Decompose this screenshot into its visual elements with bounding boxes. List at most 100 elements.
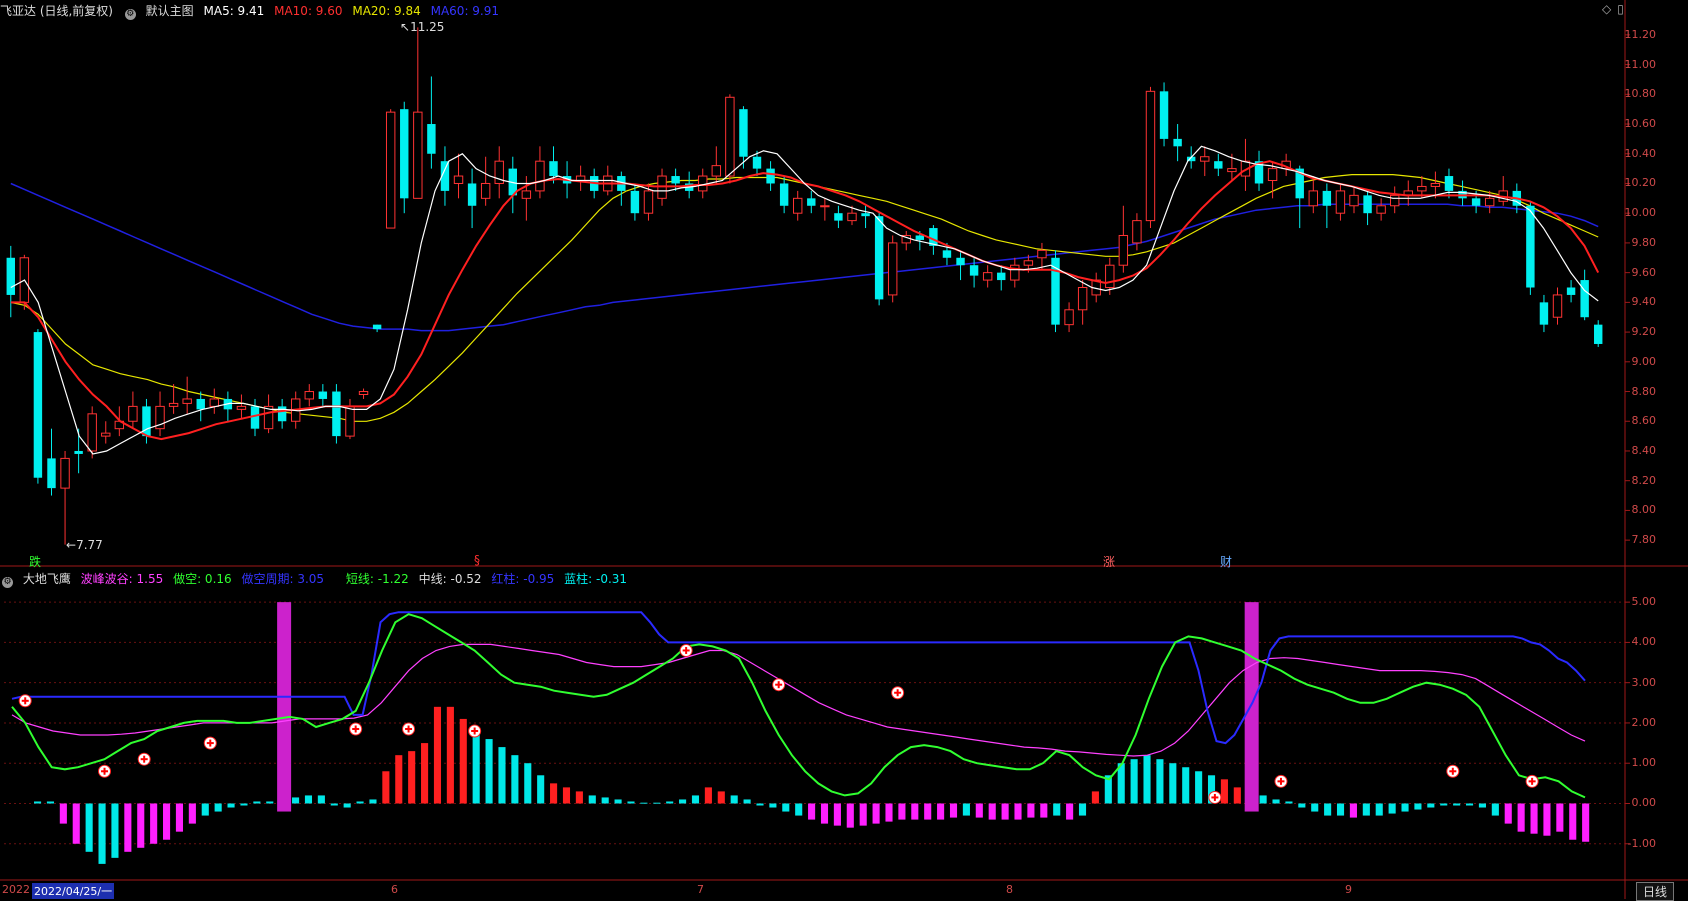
- plus-marker: [1208, 790, 1222, 804]
- indicator-bar: [227, 803, 235, 808]
- ma10-line: [10, 160, 1600, 441]
- indicator-bar: [730, 795, 738, 804]
- candle-body: [1077, 287, 1088, 311]
- plus-marker: [1446, 764, 1460, 778]
- indicator-name[interactable]: 大地飞鹰: [23, 572, 71, 586]
- indicator-bar: [137, 803, 145, 848]
- candle-body: [1444, 176, 1454, 191]
- candle-body: [1566, 287, 1576, 295]
- indicator-bar: [885, 803, 893, 822]
- candle-body: [1430, 182, 1441, 187]
- short-sell-label: 做空: 0.16: [173, 572, 232, 586]
- candle-body: [739, 109, 748, 157]
- main-header: 飞亚达 (日线,前复权) ⚙ 默认主图 MA5: 9.41 MA10: 9.60…: [0, 2, 505, 20]
- indicator-bar: [72, 803, 80, 844]
- indicator-bar: [627, 801, 635, 804]
- indicator-bar: [1362, 803, 1370, 816]
- candle-body: [997, 272, 1006, 281]
- indicator-bar: [924, 803, 932, 820]
- indicator-bar: [1285, 801, 1293, 804]
- indicator-bar: [898, 803, 906, 820]
- wave-label: 波峰波谷: 1.55: [80, 572, 164, 586]
- candle-body: [101, 432, 111, 437]
- indicator-bar: [485, 739, 493, 804]
- indicator-bar: [1066, 803, 1074, 820]
- price-tick-label: 8.80: [1631, 384, 1657, 398]
- month-8: 8: [1006, 883, 1013, 896]
- indicator-bar: [317, 795, 325, 804]
- candle-body: [250, 406, 260, 429]
- candle-body: [1335, 190, 1346, 214]
- price-tick-label: 10.80: [1624, 87, 1657, 101]
- stock-title[interactable]: 飞亚达 (日线,前复权): [0, 4, 113, 18]
- indicator-bar: [1569, 803, 1577, 840]
- low-annotation: ←7.77: [66, 538, 103, 552]
- indicator-bar: [1556, 803, 1564, 832]
- window-controls: ◇ ▯: [1602, 2, 1630, 16]
- candle-body: [1363, 195, 1372, 214]
- candle-body: [400, 109, 409, 199]
- indicator-bar: [266, 801, 274, 804]
- candle-body: [643, 190, 654, 214]
- candle-body: [385, 111, 396, 229]
- indicator-bar: [524, 763, 532, 804]
- ma10-path: [10, 160, 1600, 441]
- indicator-bar: [408, 751, 416, 804]
- indicator-bar: [1504, 803, 1512, 824]
- candle-body: [1322, 190, 1332, 206]
- indicator-bar: [85, 803, 93, 852]
- price-tick-label: 8.60: [1631, 414, 1657, 428]
- indicator-bar: [1233, 787, 1241, 804]
- indicator-bar: [201, 803, 209, 816]
- indicator-bar: [188, 803, 196, 824]
- candle-body: [969, 265, 979, 276]
- candle-body: [467, 183, 477, 206]
- indicator-bar: [1156, 759, 1164, 804]
- restore-icon[interactable]: ▯: [1617, 2, 1624, 16]
- price-tick-label: 9.60: [1631, 265, 1657, 279]
- indicator-bar: [175, 803, 184, 832]
- candle-body: [372, 324, 382, 330]
- candle-body: [1417, 185, 1427, 192]
- period-tab[interactable]: 日线: [1635, 882, 1674, 901]
- candle-body: [766, 168, 775, 184]
- indicator-bar: [46, 801, 54, 804]
- indicator-bar: [1324, 803, 1332, 816]
- indicator-bar: [1349, 803, 1357, 818]
- plus-marker: [1274, 774, 1288, 788]
- stock-chart[interactable]: [0, 0, 1688, 899]
- ma60-line: [10, 182, 1599, 332]
- indicator-bar: [369, 799, 377, 804]
- indicator-bar: [691, 795, 700, 804]
- indicator-bar: [421, 743, 429, 804]
- candle-body: [318, 391, 328, 399]
- indicator-settings-icon[interactable]: ⚙: [2, 577, 13, 588]
- candle-body: [1227, 168, 1237, 173]
- settings-icon[interactable]: ⚙: [124, 9, 136, 20]
- indicator-bar: [820, 803, 829, 824]
- cursor-date: 2022/04/25/一: [32, 883, 115, 899]
- indicator-bar: [1053, 803, 1061, 816]
- candle-body: [33, 332, 43, 478]
- candle-body: [779, 183, 789, 206]
- indicator-bar: [292, 797, 300, 804]
- candle-body: [47, 458, 56, 489]
- diamond-icon[interactable]: ◇: [1602, 2, 1611, 16]
- indicator-bar: [808, 803, 816, 820]
- plus-marker: [203, 736, 217, 750]
- candle-body: [793, 197, 803, 214]
- candle-body: [1105, 264, 1115, 289]
- price-tick-label: 10.60: [1624, 117, 1657, 131]
- indicator-bar: [1169, 763, 1177, 804]
- candle-body: [1308, 190, 1318, 207]
- candle-body: [861, 213, 870, 217]
- template-name[interactable]: 默认主图: [146, 4, 194, 18]
- indicator-bar: [872, 803, 880, 824]
- indicator-bar: [743, 799, 751, 804]
- plus-marker: [468, 724, 482, 738]
- ma5-line: [10, 145, 1599, 455]
- indicator-bar: [1078, 803, 1087, 816]
- indicator-bar: [1014, 803, 1022, 820]
- price-tick-label: 8.40: [1631, 443, 1657, 457]
- candle-body: [277, 406, 287, 422]
